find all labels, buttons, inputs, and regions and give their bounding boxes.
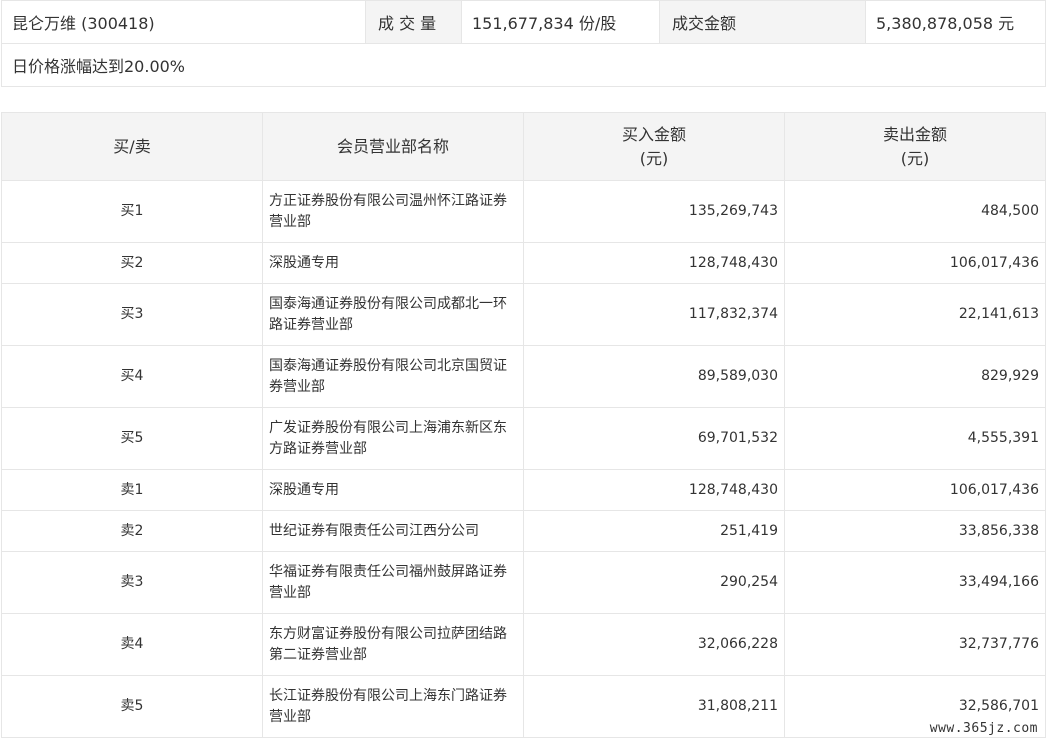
table-row: 买2 深股通专用 128,748,430 106,017,436 — [1, 242, 1046, 284]
row-branch-name: 国泰海通证券股份有限公司北京国贸证券营业部 — [262, 345, 524, 408]
volume-label: 成 交 量 — [365, 0, 462, 44]
row-sell-amount: 32,737,776 — [784, 613, 1046, 676]
row-buy-amount: 290,254 — [523, 551, 785, 614]
row-buy-amount: 128,748,430 — [523, 469, 785, 511]
row-side: 买3 — [1, 283, 263, 346]
row-side: 买4 — [1, 345, 263, 408]
row-branch-name: 长江证券股份有限公司上海东门路证券营业部 — [262, 675, 524, 738]
row-buy-amount: 135,269,743 — [523, 180, 785, 243]
row-branch-name: 国泰海通证券股份有限公司成都北一环路证券营业部 — [262, 283, 524, 346]
header-buy-amount: 买入金额 (元) — [523, 112, 785, 181]
row-sell-amount: 33,494,166 — [784, 551, 1046, 614]
row-side: 卖1 — [1, 469, 263, 511]
row-side: 卖2 — [1, 510, 263, 552]
row-sell-amount: 33,856,338 — [784, 510, 1046, 552]
header-side: 买/卖 — [1, 112, 263, 181]
stock-name: 昆仑万维 (300418) — [1, 0, 366, 44]
row-side: 卖3 — [1, 551, 263, 614]
table-row: 买5 广发证券股份有限公司上海浦东新区东方路证券营业部 69,701,532 4… — [1, 407, 1046, 470]
row-branch-name: 世纪证券有限责任公司江西分公司 — [262, 510, 524, 552]
amount-value: 5,380,878,058 元 — [865, 0, 1046, 44]
row-side: 买5 — [1, 407, 263, 470]
row-buy-amount: 69,701,532 — [523, 407, 785, 470]
row-branch-name: 深股通专用 — [262, 469, 524, 511]
amount-label: 成交金额 — [659, 0, 866, 44]
header-buy-line1: 买入金额 — [621, 124, 686, 144]
row-buy-amount: 32,066,228 — [523, 613, 785, 676]
row-buy-amount: 117,832,374 — [523, 283, 785, 346]
table-row: 卖4 东方财富证券股份有限公司拉萨团结路第二证券营业部 32,066,228 3… — [1, 613, 1046, 676]
trading-seats-table: 买/卖 会员营业部名称 买入金额 (元) 卖出金额 (元) 买1 方正证券股份有… — [1, 112, 1046, 738]
row-side: 卖4 — [1, 613, 263, 676]
row-branch-name: 广发证券股份有限公司上海浦东新区东方路证券营业部 — [262, 407, 524, 470]
reason-row: 日价格涨幅达到20.00% — [1, 43, 1046, 87]
header-name: 会员营业部名称 — [262, 112, 524, 181]
header-sell-line1: 卖出金额 — [882, 124, 947, 144]
row-side: 买1 — [1, 180, 263, 243]
table-row: 买1 方正证券股份有限公司温州怀江路证券营业部 135,269,743 484,… — [1, 180, 1046, 243]
volume-value: 151,677,834 份/股 — [461, 0, 660, 44]
row-branch-name: 东方财富证券股份有限公司拉萨团结路第二证券营业部 — [262, 613, 524, 676]
row-buy-amount: 128,748,430 — [523, 242, 785, 284]
table-row: 买4 国泰海通证券股份有限公司北京国贸证券营业部 89,589,030 829,… — [1, 345, 1046, 408]
row-sell-amount: 4,555,391 — [784, 407, 1046, 470]
site-watermark: www.365jz.com — [925, 720, 1042, 737]
stock-summary-table: 昆仑万维 (300418) 成 交 量 151,677,834 份/股 成交金额… — [1, 0, 1046, 87]
row-sell-amount: 106,017,436 — [784, 469, 1046, 511]
row-sell-amount: 22,141,613 — [784, 283, 1046, 346]
header-sell-line2: (元) — [900, 148, 930, 168]
row-branch-name: 方正证券股份有限公司温州怀江路证券营业部 — [262, 180, 524, 243]
row-sell-amount: 106,017,436 — [784, 242, 1046, 284]
table-row: 买3 国泰海通证券股份有限公司成都北一环路证券营业部 117,832,374 2… — [1, 283, 1046, 346]
row-buy-amount: 31,808,211 — [523, 675, 785, 738]
listing-reason: 日价格涨幅达到20.00% — [1, 43, 1046, 87]
table-row: 卖2 世纪证券有限责任公司江西分公司 251,419 33,856,338 — [1, 510, 1046, 552]
table-header-row: 买/卖 会员营业部名称 买入金额 (元) 卖出金额 (元) — [1, 112, 1046, 181]
table-row: 卖5 长江证券股份有限公司上海东门路证券营业部 31,808,211 32,58… — [1, 675, 1046, 738]
table-row: 卖3 华福证券有限责任公司福州鼓屏路证券营业部 290,254 33,494,1… — [1, 551, 1046, 614]
header-sell-amount: 卖出金额 (元) — [784, 112, 1046, 181]
header-buy-line2: (元) — [639, 148, 669, 168]
row-side: 买2 — [1, 242, 263, 284]
row-buy-amount: 89,589,030 — [523, 345, 785, 408]
row-buy-amount: 251,419 — [523, 510, 785, 552]
row-sell-amount: 829,929 — [784, 345, 1046, 408]
row-side: 卖5 — [1, 675, 263, 738]
row-branch-name: 深股通专用 — [262, 242, 524, 284]
table-row: 卖1 深股通专用 128,748,430 106,017,436 — [1, 469, 1046, 511]
summary-row: 昆仑万维 (300418) 成 交 量 151,677,834 份/股 成交金额… — [1, 0, 1046, 44]
row-branch-name: 华福证券有限责任公司福州鼓屏路证券营业部 — [262, 551, 524, 614]
row-sell-amount: 484,500 — [784, 180, 1046, 243]
